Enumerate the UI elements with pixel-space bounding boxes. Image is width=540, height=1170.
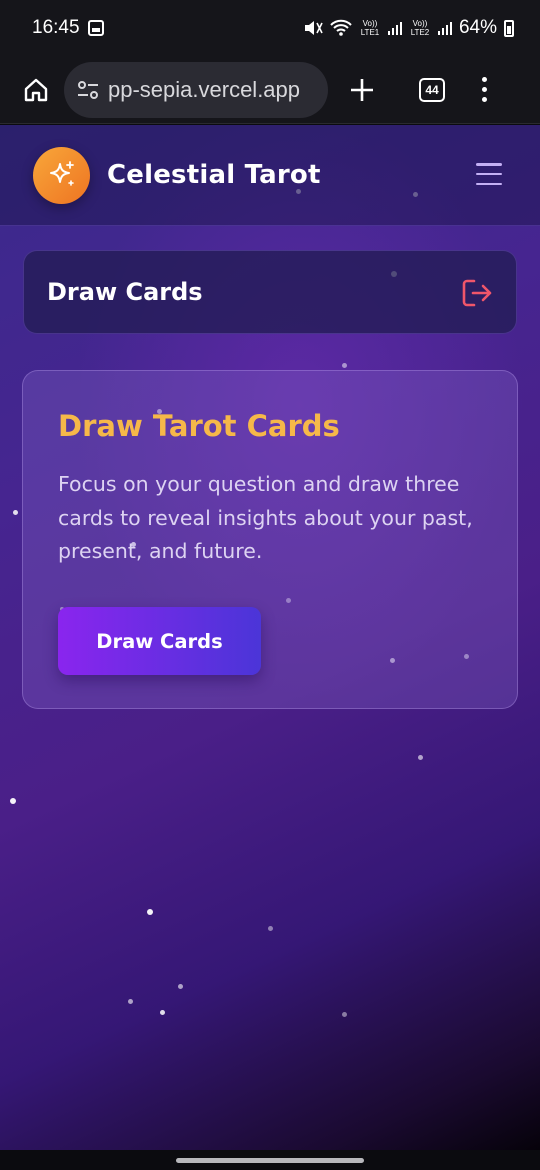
home-icon <box>24 78 48 101</box>
gallery-icon <box>87 20 104 36</box>
new-tab-button[interactable] <box>334 62 390 118</box>
logout-icon[interactable] <box>460 277 494 309</box>
battery-percent: 64% <box>458 17 497 38</box>
tune-icon[interactable] <box>76 79 100 101</box>
address-bar[interactable]: pp-sepia.vercel.app <box>64 61 328 118</box>
browser-toolbar: pp-sepia.vercel.app 44 <box>0 56 540 124</box>
star-decoration <box>160 1010 165 1015</box>
star-decoration <box>418 755 423 760</box>
star-decoration <box>342 363 347 368</box>
sim2-label: Vo)) LTE2 <box>410 19 430 37</box>
sim1-label: Vo)) LTE1 <box>360 19 380 37</box>
gesture-handle[interactable] <box>176 1158 364 1163</box>
card-title: Draw Tarot Cards <box>58 409 340 443</box>
hamburger-icon[interactable] <box>476 163 502 185</box>
battery-icon <box>504 19 514 37</box>
star-decoration <box>268 926 273 931</box>
tab-switcher-icon: 44 <box>419 77 445 102</box>
star-decoration <box>128 999 133 1004</box>
signal-icon <box>387 21 402 35</box>
logo[interactable] <box>33 146 90 204</box>
sparkles-icon <box>49 161 74 186</box>
star-decoration <box>13 510 18 515</box>
plus-icon <box>351 78 373 101</box>
page-title-bar: Draw Cards <box>23 250 517 334</box>
star-decoration <box>342 1012 347 1017</box>
home-button[interactable] <box>8 62 64 118</box>
browser-menu-button[interactable] <box>464 62 504 118</box>
status-bar: 16:45 Vo)) LTE1 Vo)) LTE2 64% <box>0 0 540 56</box>
star-decoration <box>147 909 153 915</box>
mute-icon <box>303 19 323 37</box>
tab-switcher-button[interactable]: 44 <box>404 62 460 118</box>
draw-card-panel: Draw Tarot Cards Focus on your question … <box>22 370 518 709</box>
status-icons: Vo)) LTE1 Vo)) LTE2 64% <box>303 17 514 39</box>
app-viewport: Celestial Tarot Draw Cards Draw Tarot Ca… <box>0 125 540 1150</box>
wifi-icon <box>330 19 352 37</box>
brand-name[interactable]: Celestial Tarot <box>107 160 321 190</box>
url-text[interactable]: pp-sepia.vercel.app <box>108 77 300 103</box>
page-title: Draw Cards <box>47 278 203 306</box>
signal-icon <box>437 21 452 35</box>
status-time: 16:45 <box>32 17 80 38</box>
app-header: Celestial Tarot <box>0 125 540 226</box>
draw-cards-button[interactable]: Draw Cards <box>58 607 261 675</box>
star-decoration <box>178 984 183 989</box>
navigation-bar <box>0 1150 540 1170</box>
card-description: Focus on your question and draw three ca… <box>58 472 473 563</box>
more-vert-icon <box>481 77 487 82</box>
star-decoration <box>10 798 16 804</box>
